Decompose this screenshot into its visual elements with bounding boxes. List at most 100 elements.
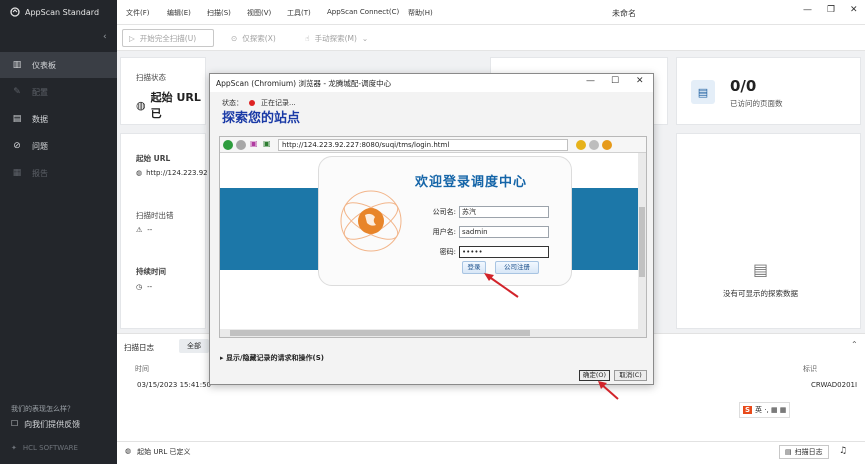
- column-id: 标识: [803, 365, 817, 373]
- menu-appscan-connect[interactable]: AppScan Connect(C): [327, 8, 399, 16]
- globe-icon: ◍: [125, 447, 132, 455]
- sidebar-item-label: 数据: [32, 114, 48, 124]
- scan-status-label: 扫描状态: [136, 73, 166, 82]
- start-url-value: http://124.223.92: [146, 169, 208, 177]
- dialog-titlebar: AppScan (Chromium) 浏览器 - 龙腾城配-调度中心 — ☐ ✕: [210, 74, 653, 92]
- collapse-sidebar-icon[interactable]: ‹: [103, 32, 107, 42]
- close-icon[interactable]: ✕: [850, 5, 858, 15]
- bell-icon[interactable]: ♫: [839, 446, 847, 456]
- recording-dot-icon: [249, 100, 255, 106]
- record-page-icon[interactable]: ▣: [250, 139, 258, 148]
- menu-help[interactable]: 帮助(H): [408, 8, 433, 18]
- window-title: 未命名: [612, 9, 636, 18]
- minimize-icon[interactable]: —: [803, 5, 812, 15]
- sidebar-item-label: 问题: [32, 141, 48, 151]
- scan-log-toggle-button[interactable]: ▤ 扫描日志: [779, 445, 829, 459]
- explore-icon: ⊙: [231, 33, 238, 43]
- column-time: 时间: [135, 365, 149, 373]
- vendor-logo: ✦ HCL SOFTWARE: [11, 444, 78, 452]
- annotation-arrow-icon: [598, 381, 619, 400]
- manual-explore-button[interactable]: ☝ 手动探索(M) ⌄: [299, 29, 374, 47]
- full-scan-label: 开始完全扫描(U): [139, 33, 197, 43]
- duration-row: ◷ --: [136, 283, 152, 291]
- explore-only-button[interactable]: ⊙ 仅探索(X): [225, 29, 282, 47]
- sidebar-item-label: 配置: [32, 87, 48, 97]
- go-icon[interactable]: [589, 140, 599, 150]
- horizontal-scroll-thumb[interactable]: [230, 330, 530, 336]
- ime-toolbar[interactable]: S 英 ·, ▦ ▦: [739, 402, 791, 418]
- explore-only-label: 仅探索(X): [242, 33, 276, 43]
- feedback-link[interactable]: ☐ 向我们提供反馈: [11, 419, 80, 430]
- browser-dialog: AppScan (Chromium) 浏览器 - 龙腾城配-调度中心 — ☐ ✕…: [209, 73, 654, 400]
- restore-icon[interactable]: ❐: [827, 5, 835, 15]
- password-label: 密码:: [439, 248, 456, 256]
- minimize-icon[interactable]: —: [586, 76, 595, 86]
- scan-log-title: 扫描日志: [124, 343, 154, 352]
- sidebar-item-dashboard[interactable]: ▥ 仪表板: [0, 52, 117, 78]
- page-icon[interactable]: ▣: [263, 139, 271, 148]
- back-icon[interactable]: [223, 140, 233, 150]
- sidebar-item-issues[interactable]: ⊘ 问题: [0, 133, 117, 159]
- url-field[interactable]: http://124.223.92.227:8080/suqi/tms/logi…: [278, 139, 568, 151]
- feedback-label: 向我们提供反馈: [24, 420, 81, 429]
- close-icon[interactable]: ✕: [636, 76, 644, 86]
- sidebar-item-data[interactable]: ▤ 数据: [0, 106, 117, 132]
- scan-status-value: ◍ 起始 URL 已: [136, 89, 205, 121]
- embedded-browser: ▣ ▣ http://124.223.92.227:8080/suqi/tms/…: [219, 136, 647, 338]
- globe-icon: ◍: [136, 98, 146, 112]
- forward-icon[interactable]: [236, 140, 246, 150]
- maximize-icon[interactable]: ☐: [611, 76, 619, 86]
- log-row-time: 03/15/2023 15:41:50: [137, 381, 212, 389]
- sidebar-item-report[interactable]: ▦ 报告: [0, 160, 117, 186]
- stop-icon[interactable]: [576, 140, 586, 150]
- details-card: 起始 URL ◍ http://124.223.92 扫描时出错 ⚠ -- 持续…: [120, 133, 208, 329]
- globe-icon: ◍: [136, 169, 143, 177]
- start-url-row: ◍ http://124.223.92: [136, 169, 208, 177]
- toggle-requests-label: 显示/隐藏记录的请求和操作(S): [225, 354, 324, 362]
- login-panel: 欢迎登录调度中心 公司名: 苏汽 用户名: sadmin 密码: ••••• 登…: [318, 156, 572, 286]
- company-label: 公司名:: [432, 208, 456, 216]
- pause-icon[interactable]: [602, 140, 612, 150]
- vertical-scrollbar[interactable]: [638, 153, 646, 337]
- toggle-requests[interactable]: ▸ 显示/隐藏记录的请求和操作(S): [220, 353, 324, 363]
- chevron-down-icon: ⌄: [361, 33, 369, 43]
- dialog-heading: 探索您的站点: [222, 111, 301, 126]
- menu-tools[interactable]: 工具(T): [287, 8, 311, 18]
- hcl-icon: ✦: [11, 444, 17, 452]
- start-url-label: 起始 URL: [136, 154, 171, 163]
- wrench-icon: ✎: [13, 87, 21, 97]
- sidebar: AppScan Standard ‹ ▥ 仪表板 ✎ 配置 ▤ 数据 ⊘ 问题 …: [0, 0, 117, 464]
- status-url: ◍ 起始 URL 已定义: [125, 447, 190, 457]
- pages-label: 已访问的页面数: [730, 99, 783, 108]
- vertical-scroll-thumb[interactable]: [639, 207, 645, 277]
- menu-file[interactable]: 文件(F): [126, 8, 150, 18]
- scan-errors-row: ⚠ --: [136, 226, 152, 234]
- menu-view[interactable]: 视图(V): [247, 8, 271, 18]
- collapse-log-icon[interactable]: ⌃: [851, 340, 858, 349]
- username-row: 用户名: sadmin: [419, 226, 549, 238]
- app-name: AppScan Standard: [25, 7, 100, 17]
- sidebar-item-config[interactable]: ✎ 配置: [0, 79, 117, 105]
- data-icon: ▤: [12, 114, 22, 124]
- address-row: ▣ ▣ http://124.223.92.227:8080/suqi/tms/…: [220, 137, 646, 153]
- vendor-name: HCL SOFTWARE: [22, 444, 78, 452]
- horizontal-scrollbar[interactable]: [220, 329, 638, 337]
- password-input[interactable]: •••••: [459, 246, 549, 258]
- menu-scan[interactable]: 扫描(S): [207, 8, 231, 18]
- warning-icon: ⚠: [136, 226, 143, 234]
- report-icon: ▦: [12, 168, 22, 178]
- app-brand: AppScan Standard: [10, 7, 99, 17]
- full-scan-button[interactable]: ▷ 开始完全扫描(U): [122, 29, 214, 47]
- pages-count: 0/0: [730, 77, 757, 95]
- username-input[interactable]: sadmin: [459, 226, 549, 238]
- company-input[interactable]: 苏汽: [459, 206, 549, 218]
- manual-explore-label: 手动探索(M): [314, 33, 357, 43]
- globe-logo-icon: [340, 190, 402, 252]
- scan-status-text: 起始 URL 已: [150, 91, 201, 120]
- username-label: 用户名:: [432, 228, 456, 236]
- no-data-text: 没有可显示的探索数据: [723, 289, 798, 298]
- filter-all-button[interactable]: 全部: [179, 339, 209, 353]
- menu-edit[interactable]: 编辑(E): [167, 8, 191, 18]
- welcome-title: 欢迎登录调度中心: [415, 175, 528, 190]
- play-icon: ▷: [129, 33, 135, 43]
